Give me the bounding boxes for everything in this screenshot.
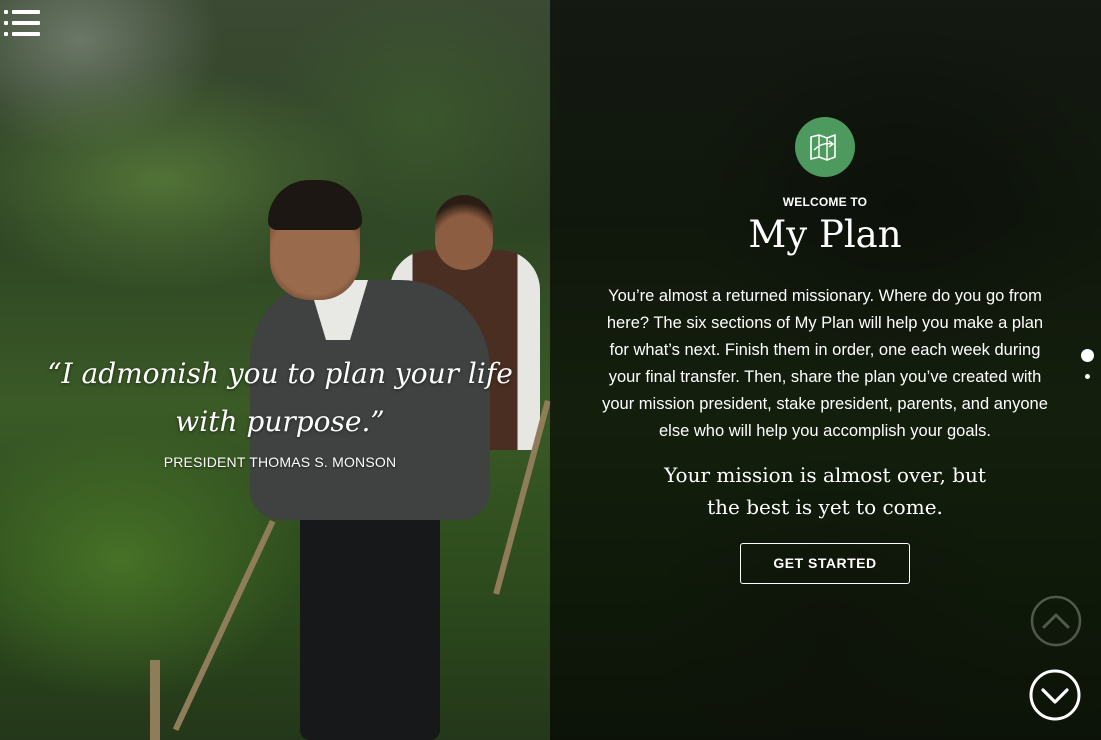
map-icon — [795, 117, 855, 177]
chevron-down-circle-icon[interactable] — [1028, 668, 1082, 722]
pagination-dot-active[interactable] — [1081, 349, 1094, 362]
map-icon-glyph — [810, 134, 836, 161]
page-title: My Plan — [748, 213, 902, 256]
quote-author: PRESIDENT THOMAS S. MONSON — [163, 454, 397, 470]
chevron-up-circle-icon[interactable] — [1029, 594, 1083, 648]
get-started-button[interactable]: GET STARTED — [740, 543, 910, 584]
hamburger-menu-icon[interactable] — [4, 8, 42, 38]
pagination-dot[interactable] — [1085, 374, 1090, 379]
intro-description: You’re almost a returned missionary. Whe… — [602, 287, 1048, 440]
intro-panel: WELCOME TO My Plan You’re almost a retur… — [560, 117, 1090, 584]
quote-block: “I admonish you to plan your life with p… — [40, 350, 520, 470]
intro-tagline: Your mission is almost over, but the bes… — [664, 463, 986, 519]
quote-text: “I admonish you to plan your life with p… — [40, 350, 520, 446]
fence-post — [150, 660, 160, 740]
quote-line-1: “I admonish you to plan your life — [47, 357, 513, 390]
welcome-label: WELCOME TO — [782, 195, 868, 209]
quote-line-2: with purpose.” — [175, 405, 385, 438]
